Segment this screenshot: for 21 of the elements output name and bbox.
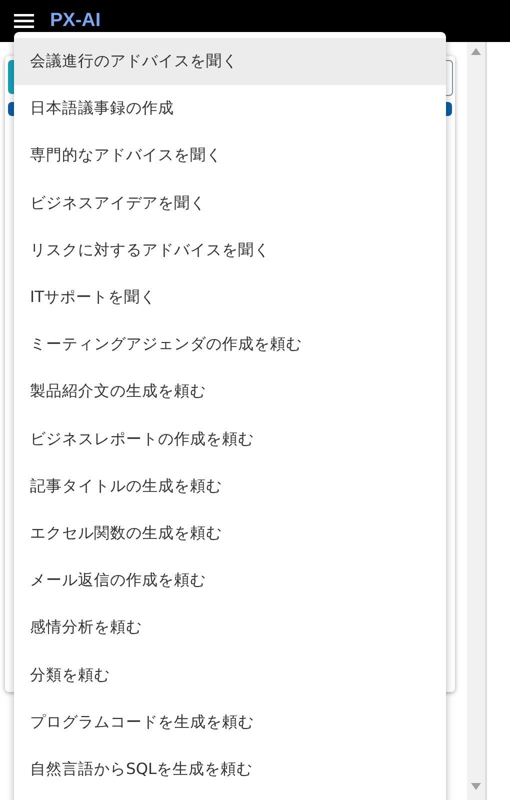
scroll-up-icon[interactable] xyxy=(471,48,481,55)
menu-item[interactable]: ITサポートを聞く xyxy=(14,274,446,322)
scrollbar[interactable] xyxy=(467,42,487,800)
menu-item[interactable]: 会議進行のアドバイスを聞く xyxy=(14,38,446,86)
menu-item[interactable]: ビジネスレポートの作成を頼む xyxy=(14,416,446,463)
menu-item[interactable]: 日本語議事録の作成 xyxy=(14,85,446,132)
menu-item[interactable]: ミーティングアジェンダの作成を頼む xyxy=(14,321,446,368)
scroll-down-icon[interactable] xyxy=(471,783,481,790)
menu-item[interactable]: 分類を頼む xyxy=(14,651,446,699)
menu-item[interactable]: エクセル関数の生成を頼む xyxy=(14,510,446,558)
menu-item[interactable]: ビジネスアイデアを聞く xyxy=(14,180,446,227)
menu-item[interactable]: プログラムコードを生成を頼む xyxy=(14,698,446,746)
menu-item[interactable]: 記事タイトルの生成を頼む xyxy=(14,462,446,510)
menu-item[interactable]: 感情分析を頼む xyxy=(14,604,446,652)
menu-item[interactable]: リスクに対するアドバイスを聞く xyxy=(14,226,446,274)
menu-icon[interactable] xyxy=(14,14,34,28)
menu-item[interactable]: 自然言語からSQLを生成を頼む xyxy=(14,746,446,793)
app-title: PX-AI xyxy=(50,10,101,32)
menu-item[interactable]: 製品紹介文の生成を頼む xyxy=(14,368,446,416)
menu-item[interactable]: メール返信の作成を頼む xyxy=(14,557,446,604)
menu-item[interactable]: 専門的なアドバイスを聞く xyxy=(14,132,446,180)
